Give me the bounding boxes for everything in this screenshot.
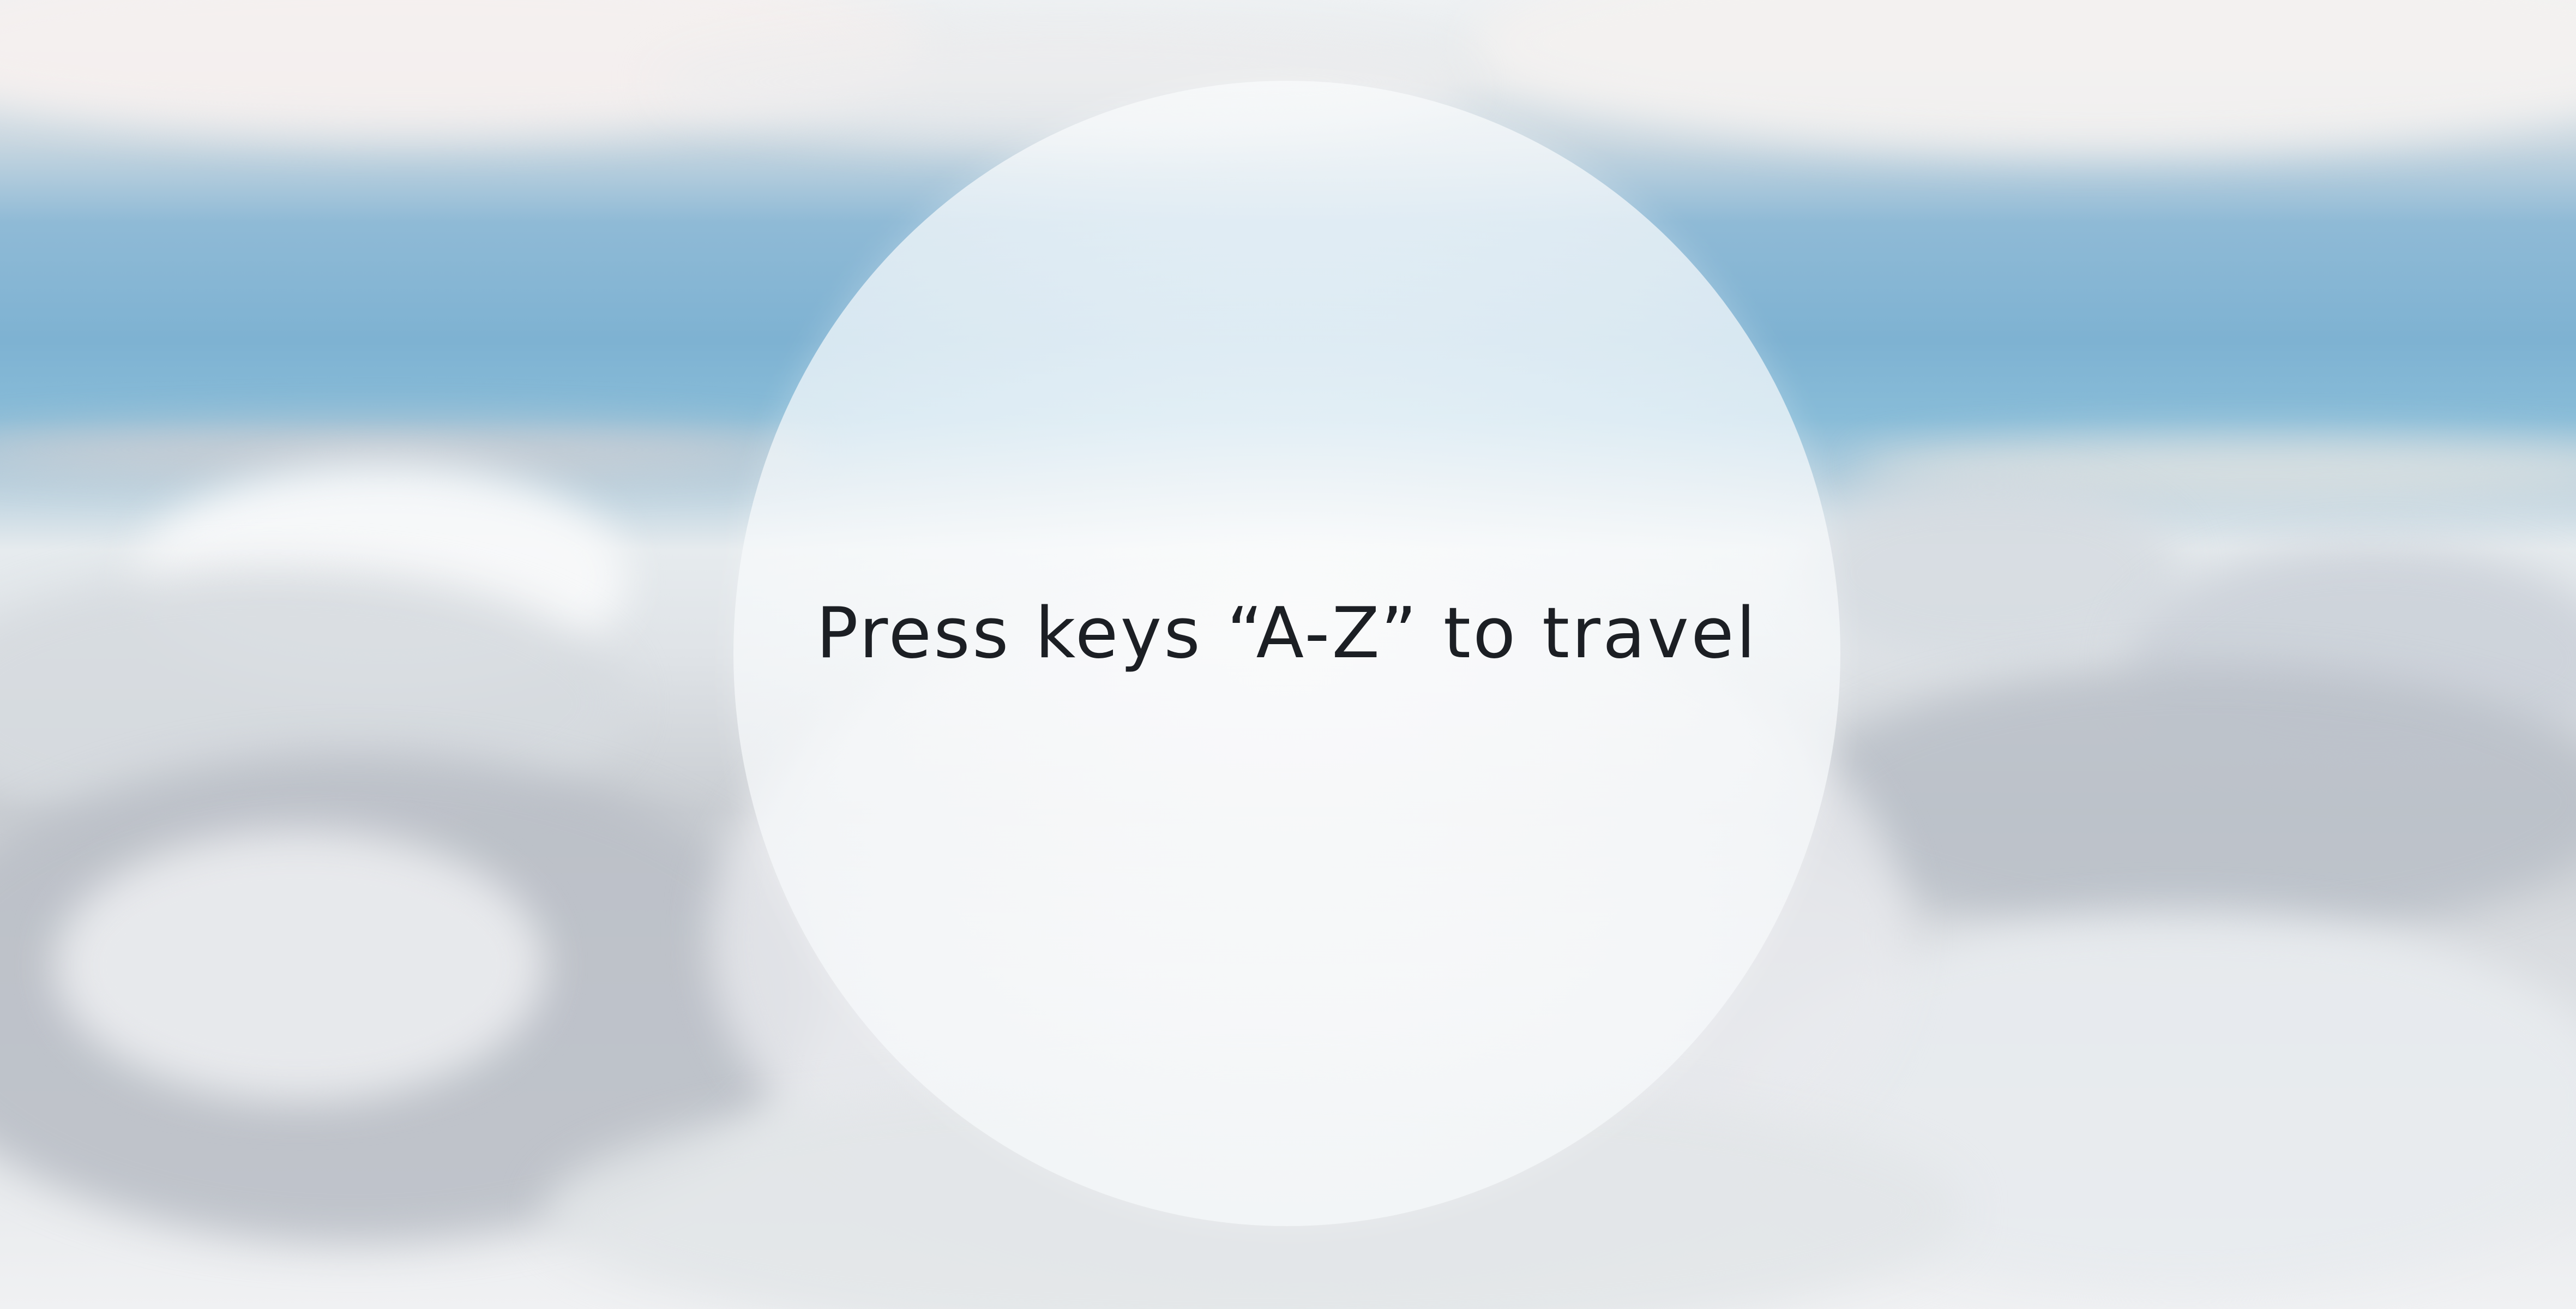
travel-scene: Press keys “A-Z” to travel (0, 0, 2576, 1309)
travel-instruction: Press keys “A-Z” to travel (816, 593, 1758, 674)
